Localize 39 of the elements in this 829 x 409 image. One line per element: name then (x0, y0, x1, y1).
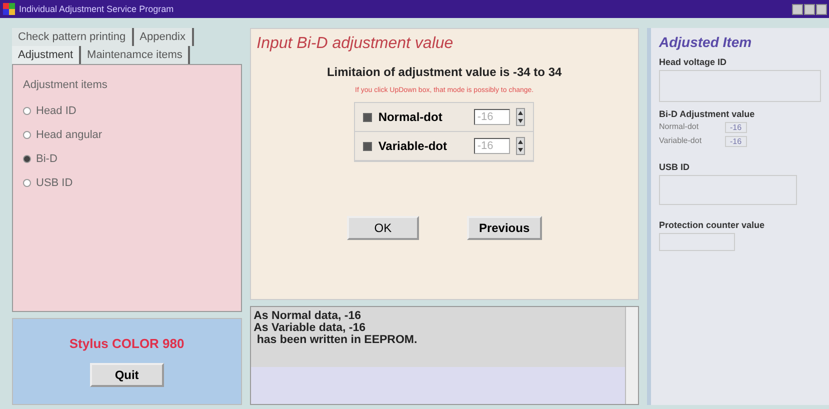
field-label: USB ID (659, 162, 691, 172)
radio-option[interactable]: Head angular (23, 129, 241, 141)
previous-button[interactable]: Previous (466, 216, 542, 240)
radio-option[interactable]: USB ID (23, 177, 241, 189)
message-line: has been written in EEPROM. (256, 334, 418, 346)
message-line: As Normal data, -16 (254, 310, 362, 322)
radio-option[interactable]: Head ID (23, 105, 241, 117)
window-title: Individual Adjustment Service Program (19, 4, 175, 14)
row-label: Variable-dot (659, 136, 703, 147)
field-label: Head voltage ID (659, 57, 728, 67)
tab[interactable]: Appendix (134, 28, 194, 46)
checkbox[interactable] (363, 112, 372, 122)
group-label: Adjustment items (23, 79, 108, 91)
checkbox[interactable] (363, 142, 372, 150)
panel-title: Adjusted Item (659, 34, 753, 50)
maximize-button[interactable] (804, 4, 815, 14)
row-label: Normal-dot (659, 122, 700, 133)
ok-button[interactable]: OK (346, 216, 419, 240)
value-box: -16 (725, 136, 747, 147)
scroll-bar[interactable] (625, 307, 638, 404)
spin-buttons[interactable] (516, 108, 526, 126)
limit-text: Limitaion of adjustment value is -34 to 34 (326, 65, 562, 79)
message-line: As Variable data, -16 (254, 322, 366, 334)
tab[interactable]: Adjustment (12, 46, 82, 64)
panel-title: Input Bi-D adjustment value (256, 34, 454, 53)
tab[interactable]: Check pattern printing (12, 28, 134, 46)
spin-buttons[interactable] (516, 137, 526, 155)
quit-button[interactable]: Quit (90, 363, 164, 387)
field-label: Bi-D Adjustment value (659, 109, 756, 119)
model-name: Stylus COLOR 980 (69, 336, 184, 351)
row-label: Normal-dot (378, 110, 444, 124)
tab[interactable]: Maintenamce items (81, 46, 190, 64)
value-box: -16 (725, 122, 747, 133)
row-label: Variable-dot (378, 139, 448, 153)
field-label: Protection counter value (659, 220, 766, 230)
app-icon (2, 2, 16, 16)
minimize-button[interactable] (792, 4, 803, 14)
radio-option[interactable]: Bi-D (23, 153, 241, 165)
close-button[interactable] (816, 4, 827, 14)
